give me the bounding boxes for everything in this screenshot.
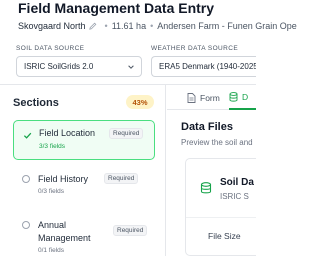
database-icon <box>200 182 212 194</box>
section-label: Field Location <box>39 128 96 138</box>
section-item-field-history[interactable]: Field History Required 0/3 fields <box>13 168 155 204</box>
section-label: Field History <box>38 174 89 184</box>
required-badge: Required <box>104 173 139 184</box>
section-count: 0/1 fields <box>38 247 65 254</box>
meta-separator: • <box>104 21 108 31</box>
tab-form[interactable]: Form <box>187 85 220 110</box>
data-files-subtitle: Preview the soil and <box>181 138 253 147</box>
field-meta: Skovgaard North • 11.61 ha • Andersen Fa… <box>18 21 297 31</box>
file-name: Soil Da <box>220 177 254 188</box>
farm-name: Andersen Farm - Funen Grain Ope <box>157 21 297 31</box>
data-files-title: Data Files <box>181 121 233 133</box>
required-badge: Required <box>109 128 144 139</box>
incomplete-circle-icon <box>22 175 30 183</box>
tab-label: Form <box>200 92 220 103</box>
edit-icon[interactable] <box>88 22 97 30</box>
check-icon <box>23 132 32 139</box>
field-name: Skovgaard North <box>18 21 86 31</box>
main-content: Form D Data Files Preview the soil and S… <box>167 85 256 256</box>
progress-badge: 43% <box>126 95 154 109</box>
weather-source-value: ERA5 Denmark (1940-2025) <box>159 62 256 71</box>
sections-title: Sections <box>13 97 59 109</box>
file-size-label: File Size <box>208 231 241 241</box>
section-count: 3/3 fields <box>39 143 66 150</box>
sections-sidebar: Sections 43% Field Location Required 3/3… <box>0 85 166 256</box>
page-title: Field Management Data Entry <box>18 0 215 16</box>
section-count: 0/3 fields <box>38 188 65 195</box>
section-item-annual-management[interactable]: Annual Management Required 0/1 fields <box>13 213 155 256</box>
file-card[interactable]: Soil Da ISRIC S File Size <box>185 158 256 256</box>
weather-source-select[interactable]: ERA5 Denmark (1940-2025) <box>151 56 256 77</box>
soil-source-value: ISRIC SoilGrids 2.0 <box>24 62 94 71</box>
field-area: 11.61 ha <box>111 21 147 31</box>
weather-source-label: WEATHER DATA SOURCE <box>151 45 239 52</box>
meta-separator: • <box>150 21 154 31</box>
tab-label: D <box>242 91 249 102</box>
required-badge: Required <box>113 225 148 236</box>
section-item-field-location[interactable]: Field Location Required 3/3 fields <box>13 120 155 160</box>
incomplete-circle-icon <box>22 221 30 229</box>
section-label: Annual Management <box>38 220 91 243</box>
document-icon <box>187 92 196 103</box>
tab-data-files[interactable]: D <box>229 85 256 110</box>
chevron-down-icon <box>128 65 134 69</box>
content-tabs: Form D <box>167 85 256 110</box>
database-icon <box>229 91 238 102</box>
soil-source-label: SOIL DATA SOURCE <box>16 45 85 52</box>
soil-source-select[interactable]: ISRIC SoilGrids 2.0 <box>16 56 142 77</box>
card-divider <box>186 217 256 218</box>
file-provider: ISRIC S <box>220 192 249 201</box>
